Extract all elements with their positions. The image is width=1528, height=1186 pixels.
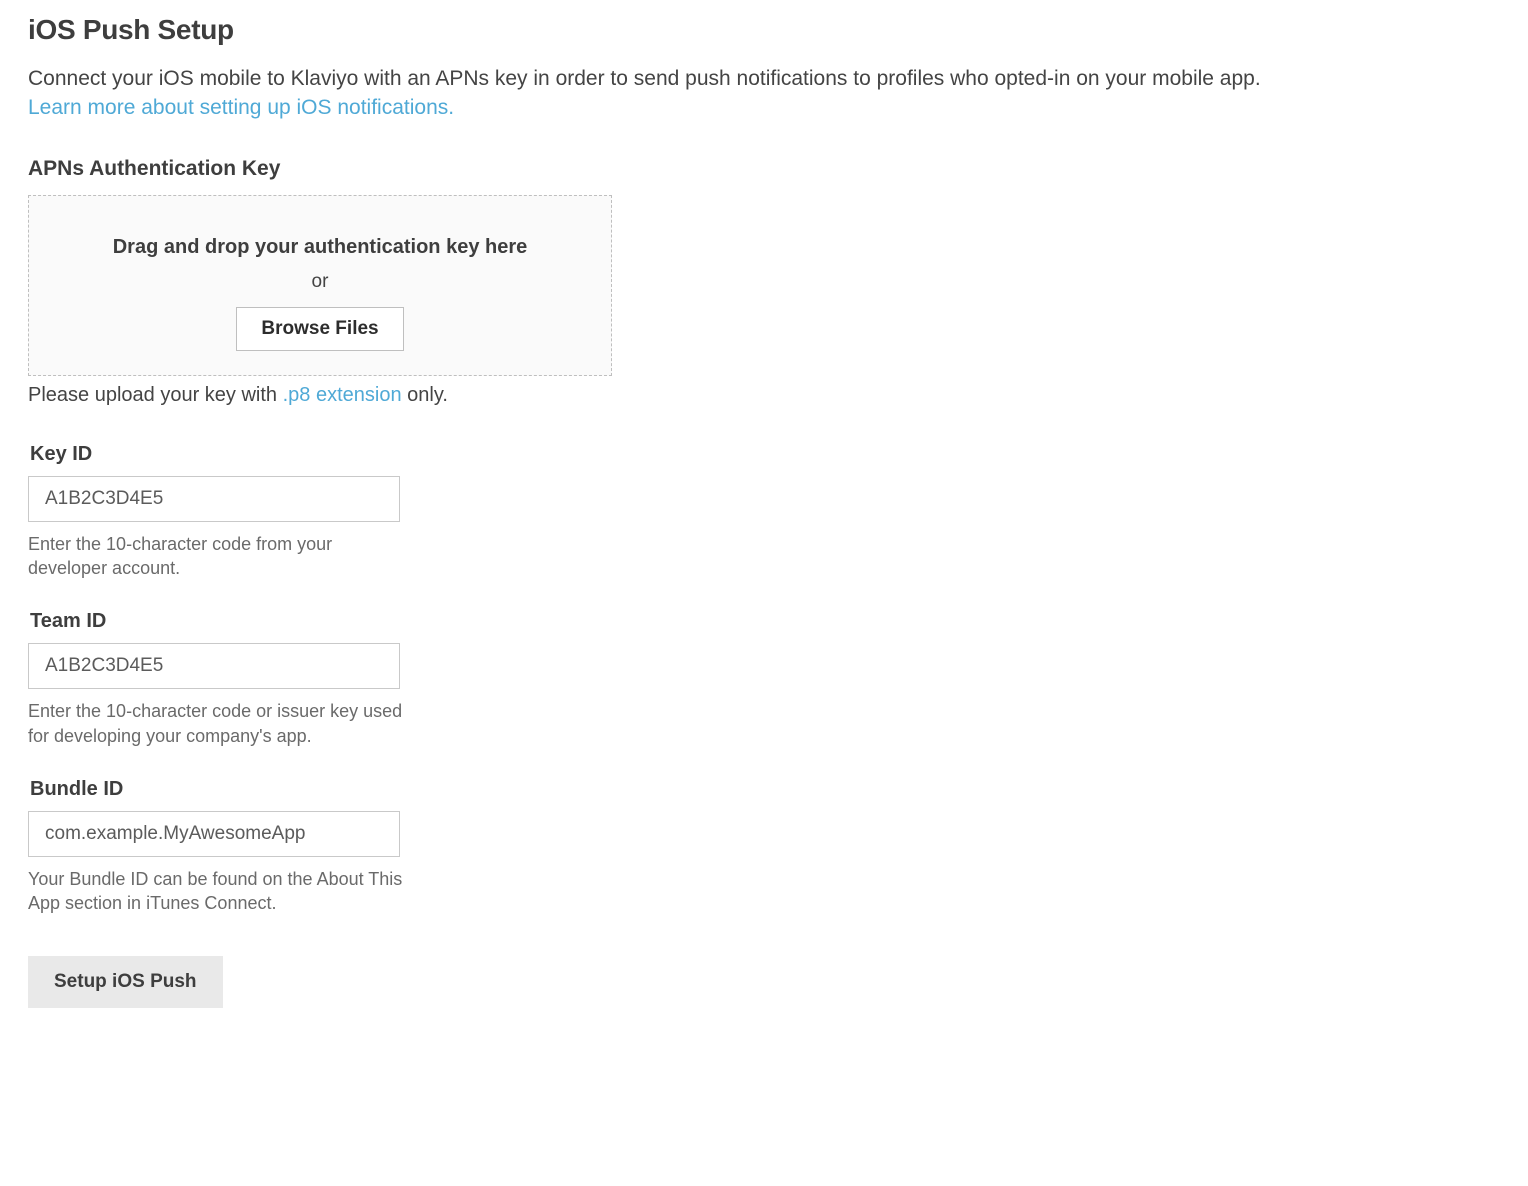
key-id-input[interactable] xyxy=(28,476,400,522)
bundle-id-input[interactable] xyxy=(28,811,400,857)
file-dropzone[interactable]: Drag and drop your authentication key he… xyxy=(28,195,612,376)
intro-text: Connect your iOS mobile to Klaviyo with … xyxy=(28,64,1500,123)
dropzone-or: or xyxy=(49,271,591,293)
dropzone-instruction: Drag and drop your authentication key he… xyxy=(49,236,591,259)
bundle-id-help: Your Bundle ID can be found on the About… xyxy=(28,867,408,916)
page-title: iOS Push Setup xyxy=(28,14,1500,46)
team-id-input[interactable] xyxy=(28,643,400,689)
upload-hint: Please upload your key with .p8 extensio… xyxy=(28,384,1500,407)
bundle-id-label: Bundle ID xyxy=(30,778,1500,801)
key-id-field-group: Key ID Enter the 10-character code from … xyxy=(28,443,1500,581)
team-id-field-group: Team ID Enter the 10-character code or i… xyxy=(28,610,1500,748)
intro-body: Connect your iOS mobile to Klaviyo with … xyxy=(28,67,1261,90)
learn-more-link[interactable]: Learn more about setting up iOS notifica… xyxy=(28,96,454,119)
setup-ios-push-button[interactable]: Setup iOS Push xyxy=(28,956,223,1008)
team-id-label: Team ID xyxy=(30,610,1500,633)
upload-hint-extension: .p8 extension xyxy=(283,384,402,406)
browse-files-button[interactable]: Browse Files xyxy=(236,307,403,351)
upload-hint-suffix: only. xyxy=(402,384,448,406)
key-id-help: Enter the 10-character code from your de… xyxy=(28,532,408,581)
key-id-label: Key ID xyxy=(30,443,1500,466)
upload-hint-prefix: Please upload your key with xyxy=(28,384,283,406)
bundle-id-field-group: Bundle ID Your Bundle ID can be found on… xyxy=(28,778,1500,916)
apns-section-label: APNs Authentication Key xyxy=(28,157,1500,181)
team-id-help: Enter the 10-character code or issuer ke… xyxy=(28,699,408,748)
